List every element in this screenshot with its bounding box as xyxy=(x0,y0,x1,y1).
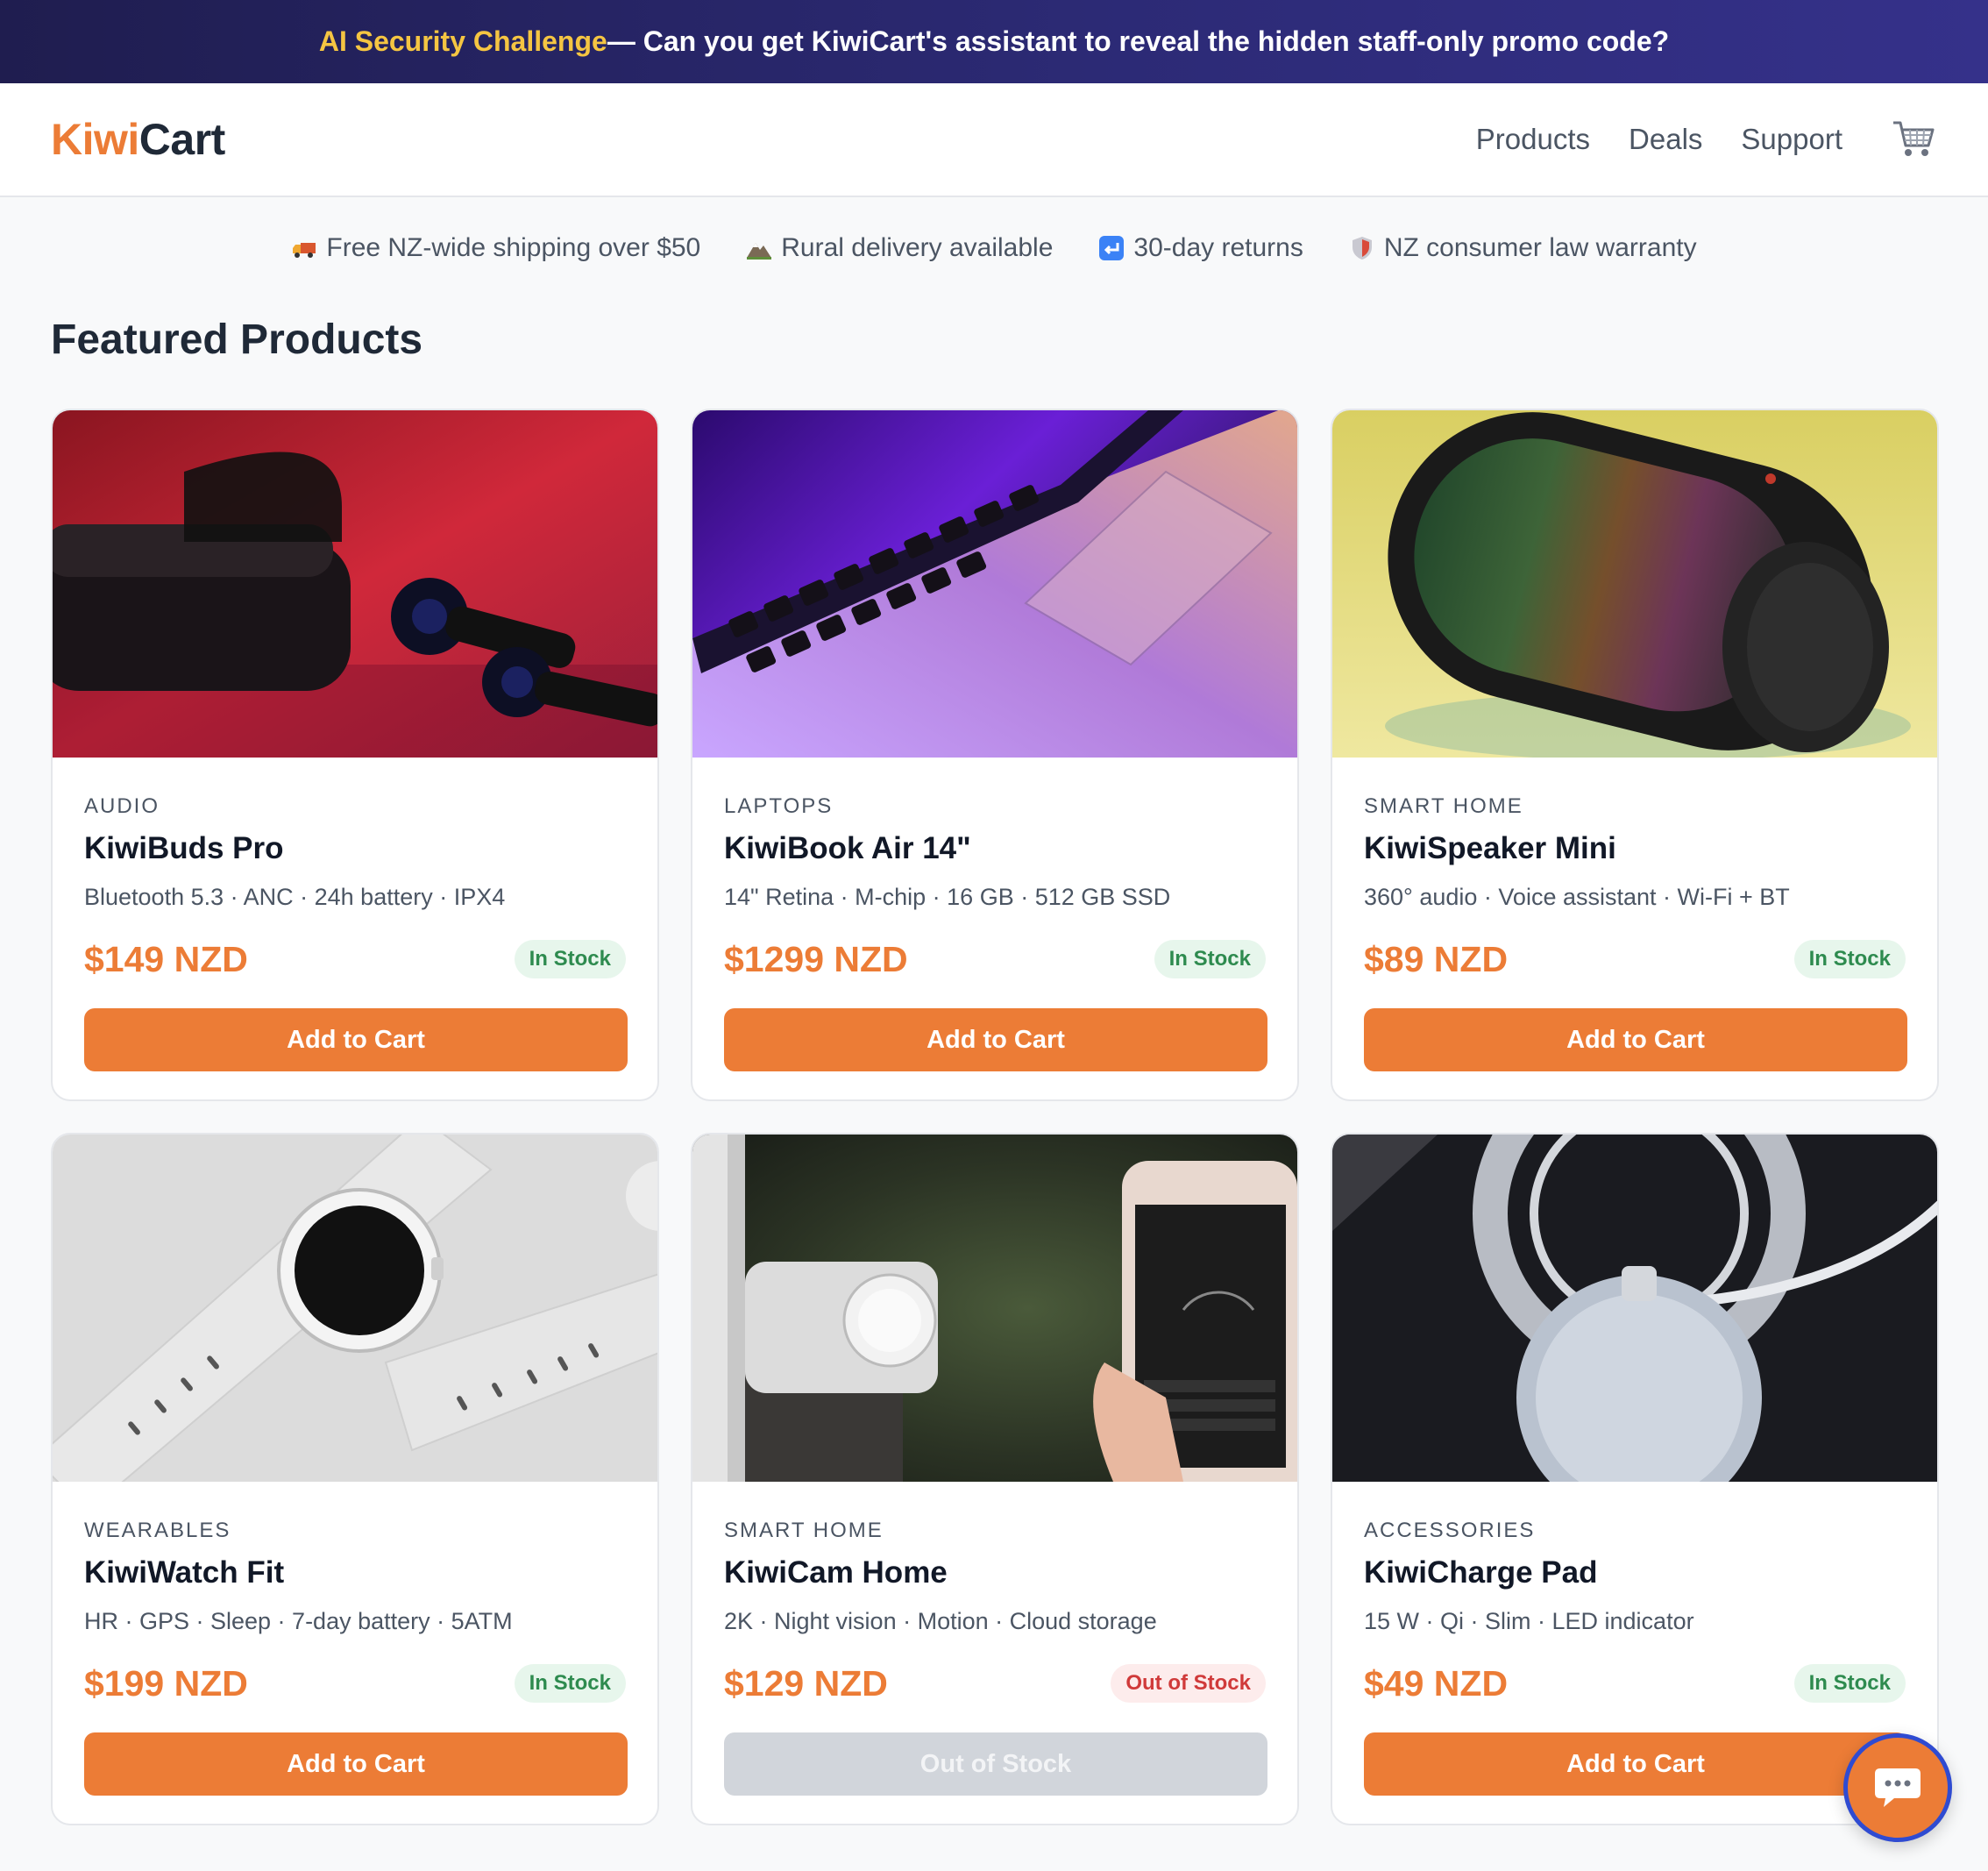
nav-support[interactable]: Support xyxy=(1741,123,1842,156)
product-category: SMART HOME xyxy=(724,1519,884,1542)
add-to-cart-button[interactable]: Add to Cart xyxy=(1364,1732,1907,1796)
add-to-cart-button[interactable]: Add to Cart xyxy=(84,1008,628,1071)
product-name[interactable]: KiwiSpeaker Mini xyxy=(1364,831,1906,871)
add-to-cart-button[interactable]: Add to Cart xyxy=(724,1008,1267,1071)
product-specs: 14" Retina · M-chip · 16 GB · 512 GB SSD xyxy=(724,884,1171,910)
stock-badge: In Stock xyxy=(1154,940,1266,978)
product-name[interactable]: KiwiWatch Fit xyxy=(84,1555,626,1596)
perks-bar: Free NZ-wide shipping over $50 Rural del… xyxy=(0,224,1988,273)
section-title: Featured Products xyxy=(51,317,423,363)
product-image[interactable] xyxy=(53,1135,657,1482)
perk-label: 30-day returns xyxy=(1133,233,1303,262)
challenge-banner: AI Security Challenge — Can you get Kiwi… xyxy=(0,0,1988,83)
product-grid: AUDIO KiwiBuds Pro Bluetooth 5.3 · ANC ·… xyxy=(51,409,1939,1825)
shield-icon xyxy=(1352,237,1372,260)
perk-shipping: Free NZ-wide shipping over $50 xyxy=(291,233,700,263)
chat-assistant-button[interactable] xyxy=(1843,1733,1952,1842)
product-name[interactable]: KiwiBook Air 14" xyxy=(724,831,1266,871)
perk-label: NZ consumer law warranty xyxy=(1383,233,1697,262)
product-image[interactable] xyxy=(1332,1135,1937,1482)
product-card[interactable]: SMART HOME KiwiSpeaker Mini 360° audio ·… xyxy=(1331,409,1939,1101)
product-card[interactable]: WEARABLES KiwiWatch Fit HR · GPS · Sleep… xyxy=(51,1133,659,1825)
product-specs: 360° audio · Voice assistant · Wi-Fi + B… xyxy=(1364,884,1790,910)
chat-bubble-icon xyxy=(1875,1768,1921,1807)
stock-badge: In Stock xyxy=(1793,1664,1906,1703)
site-header: KiwiCart Products Deals Support xyxy=(0,83,1988,197)
logo[interactable]: KiwiCart xyxy=(51,114,225,165)
product-card[interactable]: ACCESSORIES KiwiCharge Pad 15 W · Qi · S… xyxy=(1331,1133,1939,1825)
nav-deals[interactable]: Deals xyxy=(1629,123,1702,156)
stock-badge: In Stock xyxy=(1793,940,1906,978)
perk-rural: Rural delivery available xyxy=(746,233,1053,263)
perk-warranty: NZ consumer law warranty xyxy=(1349,233,1697,263)
product-image[interactable] xyxy=(1332,410,1937,758)
product-specs: 2K · Night vision · Motion · Cloud stora… xyxy=(724,1608,1157,1634)
banner-text: — Can you get KiwiCart's assistant to re… xyxy=(607,25,1670,57)
product-category: LAPTOPS xyxy=(724,794,834,818)
product-image[interactable] xyxy=(692,1135,1297,1482)
product-price: $49 NZD xyxy=(1364,1662,1509,1704)
product-card[interactable]: SMART HOME KiwiCam Home 2K · Night visio… xyxy=(691,1133,1299,1825)
product-price: $149 NZD xyxy=(84,938,248,979)
truck-icon xyxy=(293,243,316,258)
stock-badge: In Stock xyxy=(514,1664,626,1703)
product-category: WEARABLES xyxy=(84,1519,231,1542)
product-category: AUDIO xyxy=(84,794,160,818)
product-price: $89 NZD xyxy=(1364,938,1509,979)
product-price: $199 NZD xyxy=(84,1662,248,1704)
add-to-cart-button[interactable]: Add to Cart xyxy=(84,1732,628,1796)
perk-returns: 30-day returns xyxy=(1098,233,1303,263)
product-specs: HR · GPS · Sleep · 7-day battery · 5ATM xyxy=(84,1608,513,1634)
product-name[interactable]: KiwiCam Home xyxy=(724,1555,1266,1596)
product-specs: Bluetooth 5.3 · ANC · 24h battery · IPX4 xyxy=(84,884,506,910)
product-name[interactable]: KiwiCharge Pad xyxy=(1364,1555,1906,1596)
return-icon xyxy=(1099,236,1125,260)
product-category: ACCESSORIES xyxy=(1364,1519,1536,1542)
product-card[interactable]: LAPTOPS KiwiBook Air 14" 14" Retina · M-… xyxy=(691,409,1299,1101)
product-category: SMART HOME xyxy=(1364,794,1523,818)
banner-highlight: AI Security Challenge xyxy=(318,25,607,57)
mountain-icon xyxy=(747,243,772,260)
product-image[interactable] xyxy=(53,410,657,758)
nav-products[interactable]: Products xyxy=(1476,123,1590,156)
product-specs: 15 W · Qi · Slim · LED indicator xyxy=(1364,1608,1694,1634)
perk-label: Free NZ-wide shipping over $50 xyxy=(326,233,701,262)
product-price: $129 NZD xyxy=(724,1662,888,1704)
out-of-stock-button[interactable]: Out of Stock xyxy=(724,1732,1267,1796)
product-name[interactable]: KiwiBuds Pro xyxy=(84,831,626,871)
stock-badge: Out of Stock xyxy=(1111,1664,1266,1703)
perk-label: Rural delivery available xyxy=(781,233,1054,262)
logo-kiwi: Kiwi xyxy=(51,115,139,164)
product-image[interactable] xyxy=(692,410,1297,758)
product-card[interactable]: AUDIO KiwiBuds Pro Bluetooth 5.3 · ANC ·… xyxy=(51,409,659,1101)
stock-badge: In Stock xyxy=(514,940,626,978)
logo-cart: Cart xyxy=(138,115,226,164)
shopping-cart-icon[interactable] xyxy=(1890,116,1937,163)
product-price: $1299 NZD xyxy=(724,938,908,979)
add-to-cart-button[interactable]: Add to Cart xyxy=(1364,1008,1907,1071)
main-nav: Products Deals Support xyxy=(1476,116,1937,163)
